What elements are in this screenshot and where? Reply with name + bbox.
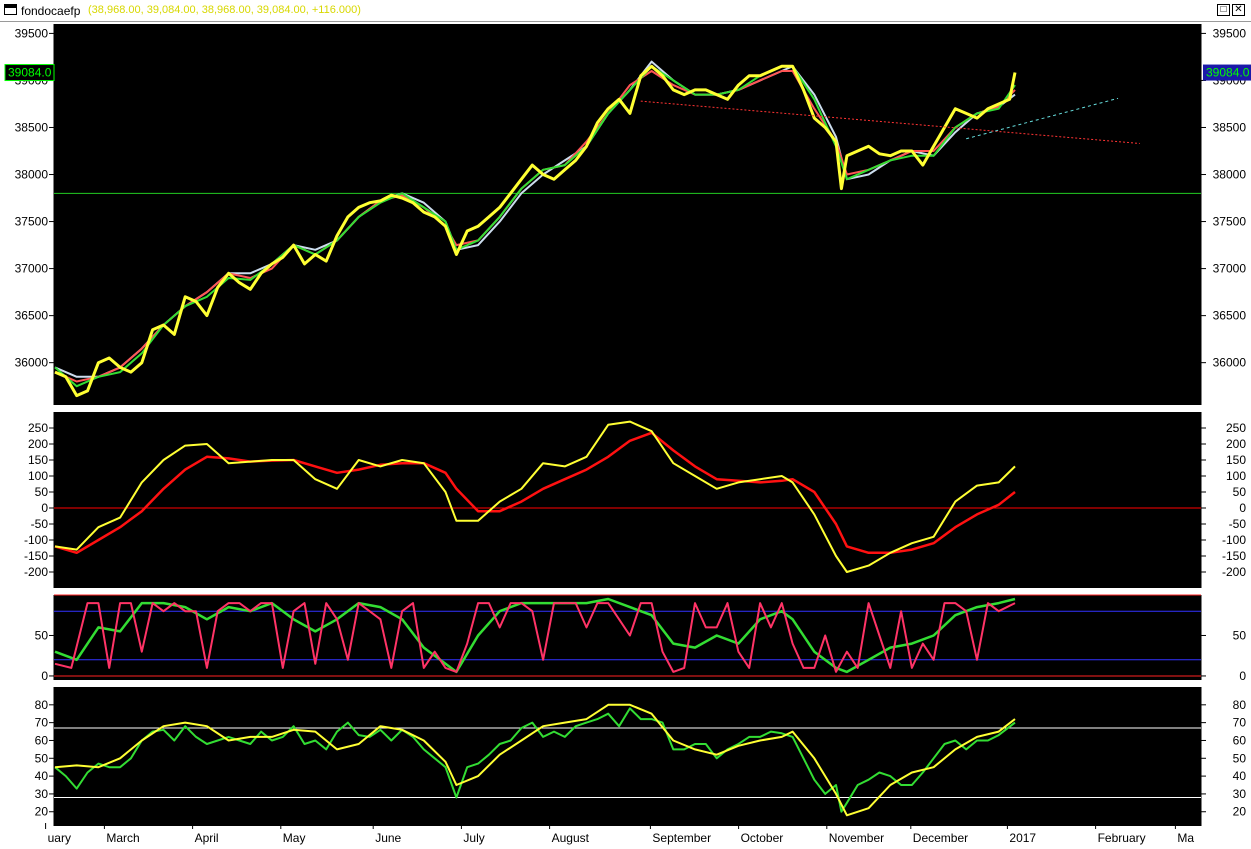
y-tick-label-left: 40 [35,769,49,783]
y-tick-label-left: -200 [24,565,48,579]
y-tick-label-right: -100 [1222,533,1246,547]
y-tick-label-left: 150 [28,453,48,467]
last-value-label-left: 39084.0 [8,66,52,80]
y-tick-label-left: -150 [24,549,48,563]
y-tick-label-left: 250 [28,421,48,435]
y-tick-label-right: -150 [1222,549,1246,563]
y-tick-label-left: 50 [35,751,49,765]
x-tick-label: uary [48,831,71,845]
y-tick-label-right: 50 [1233,628,1247,642]
x-tick-label: March [106,831,139,845]
y-tick-label-right: 40 [1233,769,1247,783]
y-tick-label-left: 37500 [15,215,49,229]
y-tick-label-left: -100 [24,533,48,547]
x-tick-label: December [913,831,968,845]
y-tick-label-left: 30 [35,787,49,801]
y-tick-label-left: 50 [35,485,49,499]
y-tick-label-left: 80 [35,698,49,712]
y-tick-label-right: 70 [1233,716,1247,730]
y-tick-label-right: 150 [1226,453,1246,467]
y-tick-label-right: 50 [1233,751,1247,765]
y-tick-label-left: -50 [31,517,49,531]
y-tick-label-left: 36500 [15,309,49,323]
x-tick-label: 2017 [1009,831,1036,845]
y-tick-label-right: 37500 [1213,215,1247,229]
y-tick-label-right: 50 [1233,485,1247,499]
chart-window-icon [4,4,17,15]
y-tick-label-right: 36000 [1213,356,1247,370]
x-tick-label: October [741,831,784,845]
y-tick-label-right: 60 [1233,733,1247,747]
y-tick-label-right: 100 [1226,469,1246,483]
y-tick-label-left: 38500 [15,120,49,134]
y-tick-label-right: 38500 [1213,120,1247,134]
y-tick-label-left: 36000 [15,356,49,370]
y-tick-label-right: 0 [1239,501,1246,515]
y-tick-label-right: 30 [1233,787,1247,801]
last-value-label-right: 39084.0 [1206,66,1250,80]
x-tick-label: April [195,831,219,845]
y-tick-label-left: 0 [41,501,48,515]
restore-icon[interactable]: □ [1217,4,1230,16]
symbol-name: fondocaefp [21,4,81,18]
y-tick-label-right: 250 [1226,421,1246,435]
y-tick-label-right: 37000 [1213,262,1247,276]
x-tick-label: August [552,831,590,845]
x-tick-label: July [463,831,484,845]
y-tick-label-left: 39500 [15,26,49,40]
x-tick-label: November [829,831,884,845]
y-tick-label-left: 60 [35,733,49,747]
y-tick-label-right: 80 [1233,698,1247,712]
y-tick-label-left: 100 [28,469,48,483]
close-icon[interactable]: ✕ [1232,4,1245,16]
y-tick-label-right: 200 [1226,437,1246,451]
y-tick-label-right: 39500 [1213,26,1247,40]
x-tick-label: May [283,831,306,845]
x-tick-label: June [375,831,401,845]
chart-area[interactable]: 36000 36000 36500 36500 37000 37000 37500 37500… [0,22,1251,849]
y-tick-label-right: 20 [1233,805,1247,819]
y-tick-label-left: 38000 [15,168,49,182]
y-tick-label-right: -50 [1229,517,1247,531]
y-tick-label-left: 200 [28,437,48,451]
y-tick-label-left: 20 [35,805,49,819]
y-tick-label-left: 0 [41,669,48,683]
y-tick-label-right: 36500 [1213,309,1247,323]
ohlc-readout: (38,968.00, 39,084.00, 38,968.00, 39,084… [88,4,361,16]
y-tick-label-left: 70 [35,716,49,730]
x-tick-label: September [652,831,711,845]
panel-0-background [54,24,1201,405]
window-titlebar: fondocaefp (38,968.00, 39,084.00, 38,968… [0,0,1251,22]
x-tick-label: February [1098,831,1146,845]
y-tick-label-left: 50 [35,628,49,642]
x-tick-label: Ma [1177,831,1194,845]
panel-3-background [54,687,1201,826]
y-tick-label-left: 37000 [15,262,49,276]
y-tick-label-right: 38000 [1213,168,1247,182]
panel-1-background [54,412,1201,588]
y-tick-label-right: 0 [1239,669,1246,683]
y-tick-label-right: -200 [1222,565,1246,579]
